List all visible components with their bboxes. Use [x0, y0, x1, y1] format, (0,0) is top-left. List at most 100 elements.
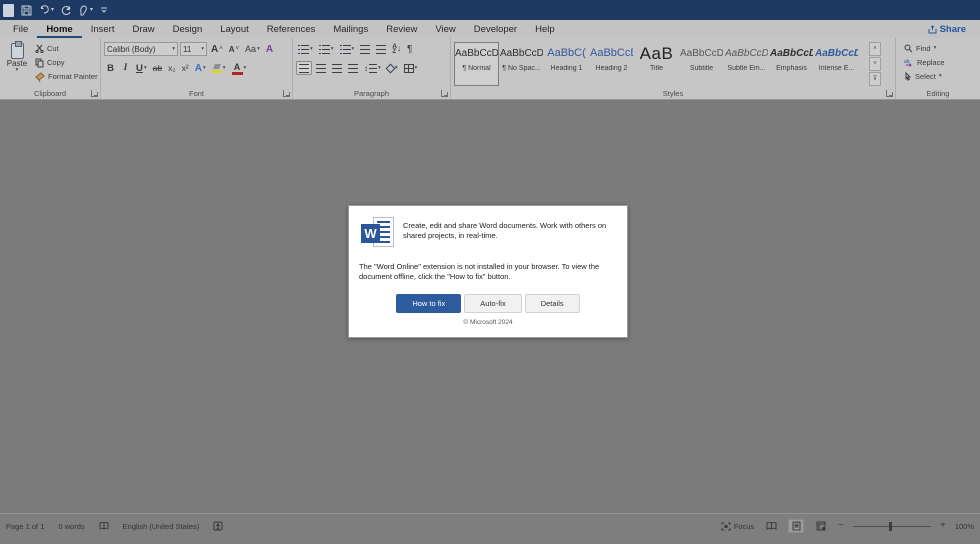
sort-button[interactable]: AZ↓ [390, 42, 403, 56]
zoom-out-button[interactable]: − [838, 521, 844, 531]
increase-indent-button[interactable] [374, 42, 388, 56]
page-indicator[interactable]: Page 1 of 1 [6, 519, 44, 533]
zoom-slider-thumb[interactable] [889, 522, 892, 531]
paste-button[interactable]: Paste ▾ [3, 41, 31, 86]
customize-qat-button[interactable] [100, 6, 108, 14]
font-color-caret[interactable]: ▾ [244, 66, 247, 71]
word-count[interactable]: 0 words [58, 519, 84, 533]
details-button[interactable]: Details [525, 294, 580, 313]
style-item[interactable]: AaBbCcDdSubtle Em... [724, 42, 769, 86]
grow-font-button[interactable]: A˄ [209, 42, 225, 56]
underline-button[interactable]: U▾ [134, 61, 149, 75]
style-item[interactable]: AaBbCcDSubtitle [679, 42, 724, 86]
style-item[interactable]: AaBbCcDd¶ Normal [454, 42, 499, 86]
select-button[interactable]: Select ▾ [904, 69, 978, 83]
change-case-button[interactable]: Aa▾ [243, 42, 262, 56]
tab-file[interactable]: File [4, 20, 37, 38]
undo-dropdown-caret[interactable]: ▾ [51, 7, 54, 13]
styles-more-button[interactable]: ⊽ [869, 72, 881, 86]
multilevel-list-button[interactable]: ▾ [338, 42, 357, 56]
align-left-button[interactable] [296, 61, 312, 75]
align-center-button[interactable] [314, 61, 328, 75]
web-layout-button[interactable] [813, 519, 829, 533]
style-item[interactable]: AaBbCcDd¶ No Spac... [499, 42, 544, 86]
read-mode-button[interactable] [763, 519, 779, 533]
replace-button[interactable]: ab Replace [904, 55, 978, 69]
styles-scroll-down-button[interactable]: ˅ [869, 57, 881, 71]
italic-button[interactable]: I [119, 61, 132, 75]
line-spacing-caret[interactable]: ▾ [378, 66, 381, 71]
styles-scroll-up-button[interactable]: ˄ [869, 42, 881, 56]
text-effects-button[interactable]: A▾ [193, 61, 208, 75]
how-to-fix-button[interactable]: How to fix [396, 294, 461, 313]
accessibility-button[interactable] [213, 519, 223, 533]
justify-button[interactable] [346, 61, 360, 75]
zoom-slider[interactable] [853, 526, 931, 527]
multilevel-list-caret[interactable]: ▾ [352, 47, 355, 52]
tab-references[interactable]: References [258, 20, 325, 38]
tab-mailings[interactable]: Mailings [324, 20, 377, 38]
proofing-button[interactable] [99, 519, 109, 533]
bullets-button[interactable]: ▾ [296, 42, 315, 56]
borders-caret[interactable]: ▾ [415, 66, 418, 71]
style-item[interactable]: AaBbCcDHeading 2 [589, 42, 634, 86]
style-item[interactable]: AaBbC(Heading 1 [544, 42, 589, 86]
focus-button[interactable]: Focus [721, 519, 754, 533]
redo-button[interactable] [61, 5, 72, 16]
shrink-font-button[interactable]: A˅ [227, 42, 241, 56]
tab-layout[interactable]: Layout [211, 20, 258, 38]
font-name-combo[interactable]: Calibri (Body) ▾ [104, 42, 178, 56]
underline-caret[interactable]: ▾ [144, 66, 147, 71]
print-layout-button[interactable] [788, 519, 804, 533]
style-item[interactable]: AaBTitle [634, 42, 679, 86]
clipboard-dialog-launcher[interactable] [91, 90, 98, 97]
bullets-caret[interactable]: ▾ [310, 47, 313, 52]
borders-button[interactable]: ▾ [402, 61, 420, 75]
style-item[interactable]: AaBbCcDdIntense E... [814, 42, 859, 86]
numbering-caret[interactable]: ▾ [331, 47, 334, 52]
paste-dropdown-caret[interactable]: ▾ [16, 68, 19, 73]
highlight-button[interactable]: ▾ [210, 61, 228, 75]
zoom-in-button[interactable]: + [940, 521, 946, 531]
align-right-button[interactable] [330, 61, 344, 75]
subscript-button[interactable]: x₂ [166, 61, 178, 75]
cut-button[interactable]: Cut [35, 42, 98, 55]
strikethrough-button[interactable]: ab [151, 61, 164, 75]
line-spacing-button[interactable]: ↕▾ [362, 61, 383, 75]
ink-button[interactable]: ▾ [79, 5, 93, 16]
undo-button[interactable]: ▾ [39, 5, 54, 15]
tab-developer[interactable]: Developer [465, 20, 526, 38]
highlight-caret[interactable]: ▾ [223, 66, 226, 71]
auto-fix-button[interactable]: Auto-fix [464, 294, 521, 313]
tab-review[interactable]: Review [377, 20, 426, 38]
select-caret[interactable]: ▾ [939, 74, 942, 79]
font-size-combo[interactable]: 11 ▾ [180, 42, 207, 56]
font-color-button[interactable]: A▾ [230, 61, 249, 75]
tab-help[interactable]: Help [526, 20, 564, 38]
find-button[interactable]: Find ▾ [904, 41, 978, 55]
style-item[interactable]: AaBbCcDdEmphasis [769, 42, 814, 86]
paragraph-dialog-launcher[interactable] [441, 90, 448, 97]
tab-home[interactable]: Home [37, 20, 81, 38]
decrease-indent-button[interactable] [358, 42, 372, 56]
bold-button[interactable]: B [104, 61, 117, 75]
show-hide-pilcrow-button[interactable]: ¶ [405, 42, 414, 56]
tab-draw[interactable]: Draw [123, 20, 163, 38]
zoom-percent[interactable]: 100% [955, 522, 974, 531]
copy-button[interactable]: Copy [35, 56, 98, 69]
share-button[interactable]: Share [928, 20, 966, 38]
tab-view[interactable]: View [426, 20, 464, 38]
clear-formatting-button[interactable]: A [264, 42, 275, 56]
font-dialog-launcher[interactable] [283, 90, 290, 97]
styles-dialog-launcher[interactable] [886, 90, 893, 97]
shading-button[interactable]: ▾ [385, 61, 400, 75]
tab-design[interactable]: Design [164, 20, 212, 38]
ink-dropdown-caret[interactable]: ▾ [90, 7, 93, 13]
text-effects-caret[interactable]: ▾ [203, 66, 206, 71]
language-button[interactable]: English (United States) [123, 519, 200, 533]
save-button[interactable] [21, 5, 32, 16]
format-painter-button[interactable]: Format Painter [35, 70, 98, 83]
superscript-button[interactable]: x² [180, 61, 191, 75]
numbering-button[interactable]: ▾ [317, 42, 336, 56]
find-caret[interactable]: ▾ [934, 46, 937, 51]
